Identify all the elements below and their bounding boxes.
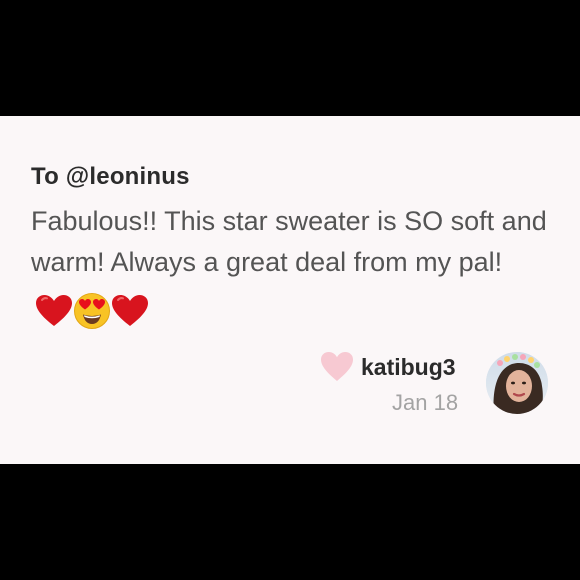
emoji-group xyxy=(35,289,149,330)
heart-icon[interactable] xyxy=(320,351,354,383)
comment-author[interactable]: katibug3 xyxy=(361,353,456,381)
heart-eyes-emoji xyxy=(74,292,110,329)
comment-message-block: Fabulous!! This star sweater is SO soft … xyxy=(31,201,561,330)
user-avatar[interactable] xyxy=(486,352,548,414)
comment-recipient: To @leoninus xyxy=(31,163,190,190)
red-heart-emoji xyxy=(36,294,72,326)
comment-message: Fabulous!! This star sweater is SO soft … xyxy=(31,206,547,277)
avatar-image xyxy=(486,352,548,414)
comment-date: Jan 18 xyxy=(392,390,459,415)
red-heart-emoji xyxy=(112,294,148,326)
